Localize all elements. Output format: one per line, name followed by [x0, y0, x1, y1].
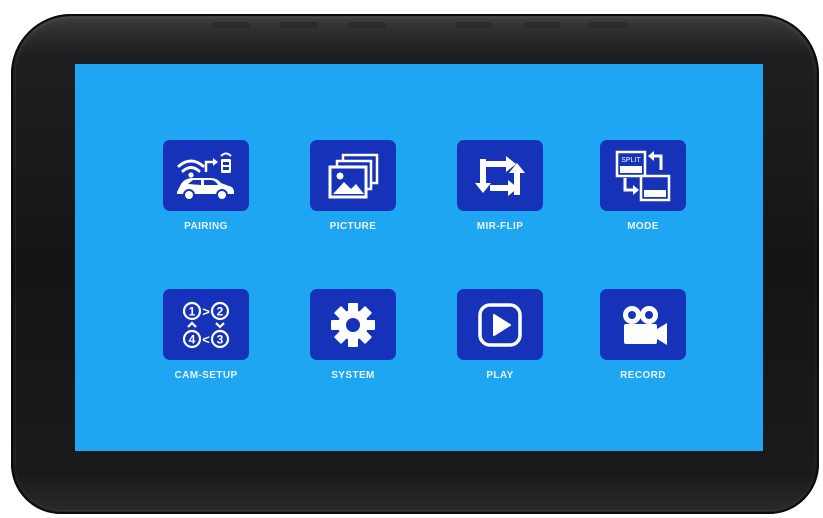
pairing-label: PAIRING	[184, 221, 228, 232]
record-icon-tile[interactable]	[600, 289, 686, 360]
system-label: SYSTEM	[331, 370, 375, 381]
record-label: RECORD	[620, 370, 666, 381]
hardware-button-1[interactable]	[212, 22, 250, 28]
mode-icon-tile[interactable]: SPLIT	[600, 140, 686, 211]
split-mode-icon: SPLIT	[615, 150, 671, 201]
menu-item-mode[interactable]: SPLIT MODE	[600, 140, 686, 232]
cam-number-3: 3	[217, 332, 224, 346]
mirror-flip-icon	[475, 155, 525, 196]
cam-number-2: 2	[217, 304, 224, 318]
gear-icon	[331, 302, 375, 347]
play-icon	[478, 302, 522, 347]
hardware-button-6[interactable]	[589, 22, 627, 28]
picture-icon	[328, 153, 379, 198]
mir-flip-icon-tile[interactable]	[457, 140, 543, 211]
picture-label: PICTURE	[329, 221, 377, 232]
pairing-icon	[177, 152, 234, 201]
menu-item-mir-flip[interactable]: MIR-FLIP	[457, 140, 543, 232]
play-icon-tile[interactable]	[457, 289, 543, 360]
split-text: SPLIT	[621, 157, 641, 164]
menu-item-system[interactable]: SYSTEM	[310, 289, 396, 381]
pairing-icon-tile[interactable]	[163, 140, 249, 211]
mode-label: MODE	[627, 221, 659, 232]
menu-item-pairing[interactable]: PAIRING	[163, 140, 249, 232]
menu-item-cam-setup[interactable]: 1 > 2 4 < 3 CAM-SETUP	[163, 289, 249, 381]
cam-setup-icon-tile[interactable]: 1 > 2 4 < 3	[163, 289, 249, 360]
cam-setup-label: CAM-SETUP	[174, 370, 238, 381]
system-icon-tile[interactable]	[310, 289, 396, 360]
picture-icon-tile[interactable]	[310, 140, 396, 211]
cam-number-4: 4	[189, 332, 196, 346]
cam-number-1: 1	[189, 304, 196, 318]
menu-item-play[interactable]: PLAY	[457, 289, 543, 381]
video-camera-icon	[623, 305, 667, 345]
svg-text:>: >	[202, 304, 210, 319]
hardware-button-5[interactable]	[523, 22, 561, 28]
svg-text:<: <	[202, 332, 210, 347]
hardware-button-3[interactable]	[348, 22, 386, 28]
menu-item-picture[interactable]: PICTURE	[310, 140, 396, 232]
play-label: PLAY	[486, 370, 514, 381]
hardware-button-2[interactable]	[280, 22, 318, 28]
camera-setup-icon: 1 > 2 4 < 3	[182, 301, 230, 348]
hardware-button-4[interactable]	[455, 22, 493, 28]
mir-flip-label: MIR-FLIP	[476, 221, 524, 232]
main-menu-screen: PAIRING PICTURE MIR-FLIP SPLIT MODE 1 > …	[75, 64, 763, 451]
menu-item-record[interactable]: RECORD	[600, 289, 686, 381]
